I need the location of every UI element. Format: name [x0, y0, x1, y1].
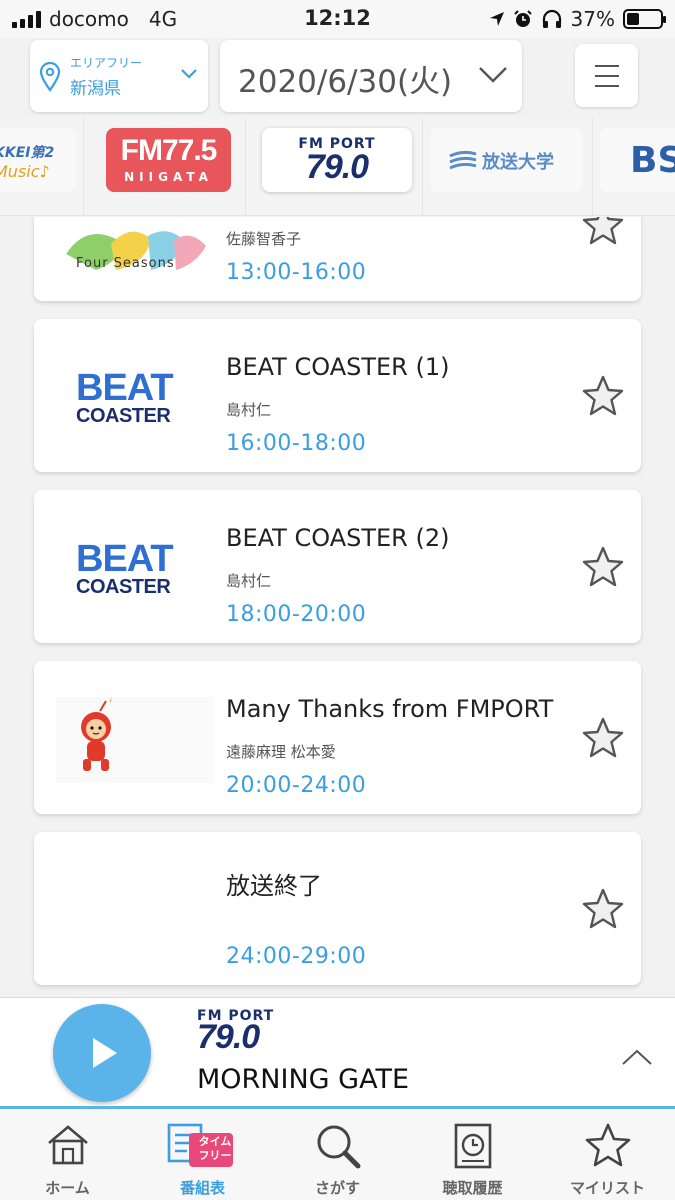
program-logo-beat-coaster: BEAT COASTER	[76, 538, 174, 598]
program-personality: 遠藤麻理 松本愛	[226, 743, 336, 761]
search-icon	[317, 1125, 360, 1169]
headphones-icon	[542, 9, 561, 28]
program-title: BEAT COASTER (1)	[226, 353, 450, 381]
mascot-icon	[81, 697, 112, 771]
tab-timetable[interactable]: タイム フリー 番組表	[135, 1109, 270, 1200]
program-time: 18:00-20:00	[226, 602, 367, 627]
program-list[interactable]: Four Seasons 佐藤智香子 13:00-16:00 BEAT COAS…	[0, 217, 675, 997]
status-bar: docomo 4G 12:12 37%	[0, 0, 675, 38]
program-title: 放送終了	[226, 872, 322, 900]
tab-search[interactable]: さがす	[270, 1109, 405, 1200]
university-logo-icon	[449, 150, 477, 170]
date-value: 2020/6/30(火)	[238, 64, 453, 100]
tab-history[interactable]: 聴取履歴	[405, 1109, 540, 1200]
hamburger-icon	[595, 65, 619, 67]
battery-level	[627, 13, 639, 25]
program-time: 16:00-18:00	[226, 431, 367, 456]
area-value: 新潟県	[70, 79, 121, 99]
program-time: 24:00-29:00	[226, 944, 367, 969]
header: エリアフリー 新潟県 2020/6/30(火)	[0, 38, 675, 118]
date-selector[interactable]: 2020/6/30(火)	[220, 40, 522, 112]
program-time: 13:00-16:00	[226, 260, 367, 285]
home-icon	[47, 1125, 88, 1165]
station-fmport-790[interactable]: FM PORT 79.0	[262, 128, 412, 192]
tab-home[interactable]: ホーム	[0, 1109, 135, 1200]
tab-mylist[interactable]: マイリスト	[540, 1109, 675, 1200]
star-icon	[585, 1123, 630, 1167]
station-nikkei2[interactable]: KKEI第2 Music♪	[0, 128, 76, 192]
program-card[interactable]: 放送終了 24:00-29:00	[34, 832, 641, 985]
star-icon[interactable]	[581, 888, 625, 930]
station-strip[interactable]: KKEI第2 Music♪ FM77.5 NIIGATA FM PORT 79.…	[0, 118, 675, 216]
time-free-badge: タイム フリー	[198, 1135, 232, 1162]
tab-bar: ホーム タイム フリー 番組表 さがす 聴取履歴 マイリスト	[0, 1109, 675, 1200]
location-pin-icon	[39, 62, 61, 92]
play-button[interactable]	[53, 1004, 151, 1102]
station-housou-daigaku[interactable]: 放送大学	[430, 128, 582, 192]
program-personality: 佐藤智香子	[226, 230, 302, 248]
battery-percent: 37%	[570, 7, 615, 31]
chevron-down-icon	[181, 69, 197, 79]
station-fm775-niigata[interactable]: FM77.5 NIIGATA	[106, 128, 231, 192]
chevron-up-icon[interactable]	[621, 1048, 653, 1066]
now-playing-title: MORNING GATE	[197, 1064, 410, 1095]
battery-icon	[623, 9, 666, 29]
program-logo-mascot	[56, 697, 214, 783]
program-title: Many Thanks from FMPORT	[226, 695, 554, 723]
program-time: 20:00-24:00	[226, 773, 367, 798]
program-card[interactable]: Four Seasons 佐藤智香子 13:00-16:00	[34, 217, 641, 301]
player-bar[interactable]: FM PORT 79.0 MORNING GATE	[0, 997, 675, 1107]
program-card[interactable]: BEAT COASTER BEAT COASTER (1) 島村仁 16:00-…	[34, 319, 641, 472]
program-logo-beat-coaster: BEAT COASTER	[76, 367, 174, 427]
program-card[interactable]: Many Thanks from FMPORT 遠藤麻理 松本愛 20:00-2…	[34, 661, 641, 814]
program-personality: 島村仁	[226, 572, 272, 590]
location-arrow-icon	[489, 12, 504, 26]
area-free-label: エリアフリー	[70, 56, 143, 70]
station-bs[interactable]: BS	[600, 128, 675, 192]
player-station-logo: FM PORT 79.0	[197, 1008, 275, 1056]
alarm-icon	[513, 10, 532, 27]
star-icon[interactable]	[581, 375, 625, 417]
star-icon[interactable]	[581, 546, 625, 588]
menu-button[interactable]	[575, 44, 638, 107]
star-icon[interactable]	[581, 717, 625, 759]
history-icon	[454, 1123, 491, 1169]
program-card[interactable]: BEAT COASTER BEAT COASTER (2) 島村仁 18:00-…	[34, 490, 641, 643]
program-logo-four-seasons: Four Seasons	[56, 217, 214, 271]
program-personality: 島村仁	[226, 401, 272, 419]
program-title: BEAT COASTER (2)	[226, 524, 450, 552]
chevron-down-icon	[479, 67, 507, 83]
area-selector[interactable]: エリアフリー 新潟県	[30, 40, 208, 112]
star-icon[interactable]	[581, 217, 625, 246]
